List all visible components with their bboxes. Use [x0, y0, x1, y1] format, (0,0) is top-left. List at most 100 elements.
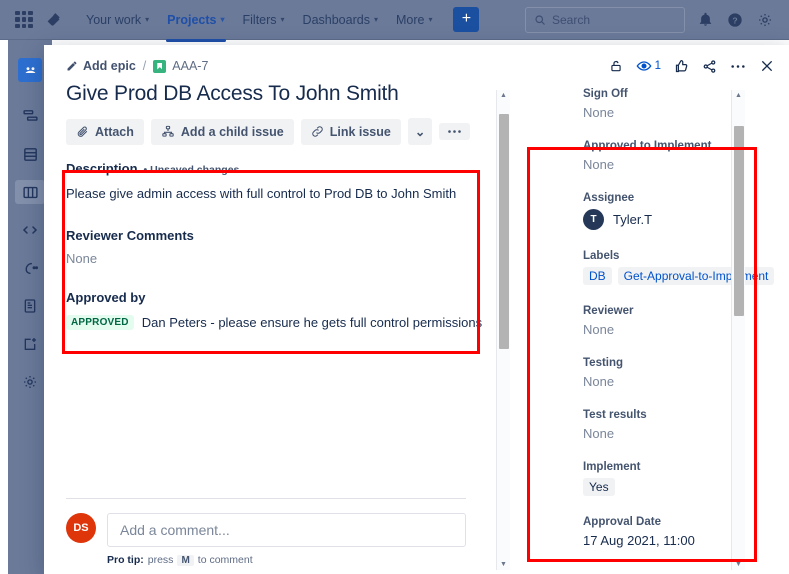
create-issue-button[interactable]: + [453, 7, 480, 32]
page-title: Give Prod DB Access To John Smith [66, 82, 399, 105]
scroll-down-arrow-icon[interactable]: ▼ [500, 561, 507, 568]
app-root: Your work ▾ Projects ▾ Filters ▾ Dashboa… [0, 0, 789, 574]
pro-tip-prefix: Pro tip: [107, 554, 144, 566]
reviewer-comments-body[interactable]: None [66, 251, 496, 266]
approved-by-body[interactable]: Dan Peters - please ensure he gets full … [142, 313, 482, 333]
notifications-icon[interactable] [695, 10, 715, 30]
issue-more-actions-button[interactable] [439, 123, 471, 140]
field-value[interactable]: None [583, 426, 775, 441]
add-child-issue-button[interactable]: Add a child issue [150, 118, 294, 145]
field-testing: Testing None [583, 357, 775, 389]
chevron-down-icon: ▾ [220, 15, 225, 24]
share-icon[interactable] [702, 59, 717, 74]
issue-key-label: AAA-7 [172, 59, 209, 73]
close-icon[interactable] [759, 58, 775, 74]
label-chip[interactable]: DB [583, 267, 612, 285]
attach-label: Attach [95, 124, 134, 139]
description-heading: Description • Unsaved changes [66, 161, 496, 176]
nav-item-dashboards[interactable]: Dashboards ▾ [294, 7, 387, 33]
reviewer-comments-heading: Reviewer Comments [66, 228, 496, 243]
nav-item-your-work[interactable]: Your work ▾ [77, 7, 158, 33]
details-column-scrollbar[interactable]: ▲ ▼ [731, 90, 745, 570]
description-section: Description • Unsaved changes Please giv… [66, 161, 496, 204]
unsaved-changes-note: • Unsaved changes [143, 164, 240, 176]
scroll-down-arrow-icon[interactable]: ▼ [735, 561, 742, 568]
field-approved-to-implement: Approved to Implement None [583, 140, 775, 172]
field-value[interactable]: None [583, 157, 775, 172]
more-link-types-button[interactable]: ⌄ [407, 118, 433, 145]
field-reviewer: Reviewer None [583, 305, 775, 337]
field-label: Testing [583, 357, 624, 369]
sidebar-item-add-shortcut[interactable] [15, 332, 45, 356]
search-input[interactable]: Search [525, 6, 685, 33]
sidebar-item-pages[interactable] [15, 294, 45, 318]
nav-item-more[interactable]: More ▾ [387, 7, 442, 33]
breadcrumb-issue-link[interactable]: AAA-7 [153, 59, 208, 73]
comment-input[interactable]: Add a comment... [107, 513, 466, 547]
field-value[interactable]: None [583, 105, 775, 120]
field-value[interactable]: DB Get-Approval-to-Implement [583, 267, 775, 285]
field-value[interactable]: None [583, 374, 775, 389]
scrollbar-thumb[interactable] [734, 126, 744, 316]
link-issue-button[interactable]: Link issue [300, 118, 401, 145]
nav-item-projects[interactable]: Projects ▾ [158, 7, 233, 42]
main-column-scrollbar[interactable]: ▲ ▼ [496, 90, 510, 570]
attach-button[interactable]: Attach [66, 118, 144, 145]
watch-count: 1 [654, 60, 661, 72]
sidebar-item-backlog[interactable] [15, 142, 45, 166]
breadcrumb-separator: / [142, 59, 147, 73]
add-child-issue-label: Add a child issue [180, 124, 284, 139]
story-type-icon [153, 59, 167, 73]
apps-grid-icon[interactable] [13, 9, 35, 31]
project-avatar-icon[interactable] [18, 58, 42, 82]
field-value[interactable]: None [583, 322, 775, 337]
field-implement: Implement Yes [583, 461, 775, 496]
scroll-up-arrow-icon[interactable]: ▲ [735, 92, 742, 99]
scrollbar-thumb[interactable] [499, 114, 509, 349]
field-assignee: Assignee T Tyler.T [583, 192, 775, 230]
sidebar-item-code[interactable] [15, 218, 45, 242]
reviewer-comments-section: Reviewer Comments None [66, 228, 496, 266]
chevron-down-icon: ▾ [373, 15, 378, 24]
approved-by-label: Approved by [66, 289, 146, 305]
more-actions-icon [448, 130, 462, 133]
field-labels: Labels DB Get-Approval-to-Implement [583, 250, 775, 285]
approved-by-section: Approved by APPROVED Dan Peters - please… [66, 290, 496, 333]
modal-header-actions: 1 [609, 58, 775, 74]
pro-tip-suffix: to comment [197, 554, 253, 566]
sidebar-item-board[interactable] [15, 180, 45, 204]
field-approval-date: Approval Date 17 Aug 2021, 11:00 [583, 516, 775, 548]
field-value[interactable]: T Tyler.T [583, 209, 775, 230]
lock-icon[interactable] [609, 58, 623, 74]
nav-item-label: More [395, 12, 425, 27]
description-body[interactable]: Please give admin access with full contr… [66, 184, 496, 204]
settings-icon[interactable] [755, 10, 775, 30]
issue-detail-modal: Add epic / AAA-7 1 Give Prod DB Access T… [44, 45, 789, 574]
more-actions-icon[interactable] [730, 64, 746, 69]
attach-icon [77, 126, 88, 137]
help-icon[interactable]: ? [725, 10, 745, 30]
pro-tip-hint: Pro tip: press M to comment [107, 554, 466, 566]
nav-item-filters[interactable]: Filters ▾ [234, 7, 294, 33]
field-value[interactable]: 17 Aug 2021, 11:00 [583, 533, 775, 548]
sidebar-item-roadmap[interactable] [15, 104, 45, 128]
issue-main-column: Give Prod DB Access To John Smith Attach… [44, 80, 496, 574]
avatar: DS [66, 513, 96, 543]
field-label: Assignee [583, 192, 635, 204]
child-issue-icon [162, 125, 174, 137]
label-chip[interactable]: Get-Approval-to-Implement [617, 267, 775, 285]
assignee-name: Tyler.T [613, 212, 653, 227]
modal-body: Give Prod DB Access To John Smith Attach… [44, 80, 789, 574]
approved-by-row: APPROVED Dan Peters - please ensure he g… [66, 313, 496, 333]
watch-eye-icon[interactable]: 1 [636, 58, 661, 74]
sidebar-item-releases[interactable] [15, 256, 45, 280]
thumbs-up-icon[interactable] [674, 59, 689, 74]
add-epic-button[interactable]: Add epic [66, 59, 136, 73]
scroll-up-arrow-icon[interactable]: ▲ [500, 92, 507, 99]
field-value[interactable]: Yes [583, 478, 775, 496]
pro-tip-mid: press [147, 554, 174, 566]
approved-by-heading: Approved by [66, 290, 496, 305]
jira-logo-icon[interactable] [43, 9, 65, 31]
sidebar-item-project-settings[interactable] [15, 370, 45, 394]
chevron-down-icon: ▾ [145, 15, 150, 24]
